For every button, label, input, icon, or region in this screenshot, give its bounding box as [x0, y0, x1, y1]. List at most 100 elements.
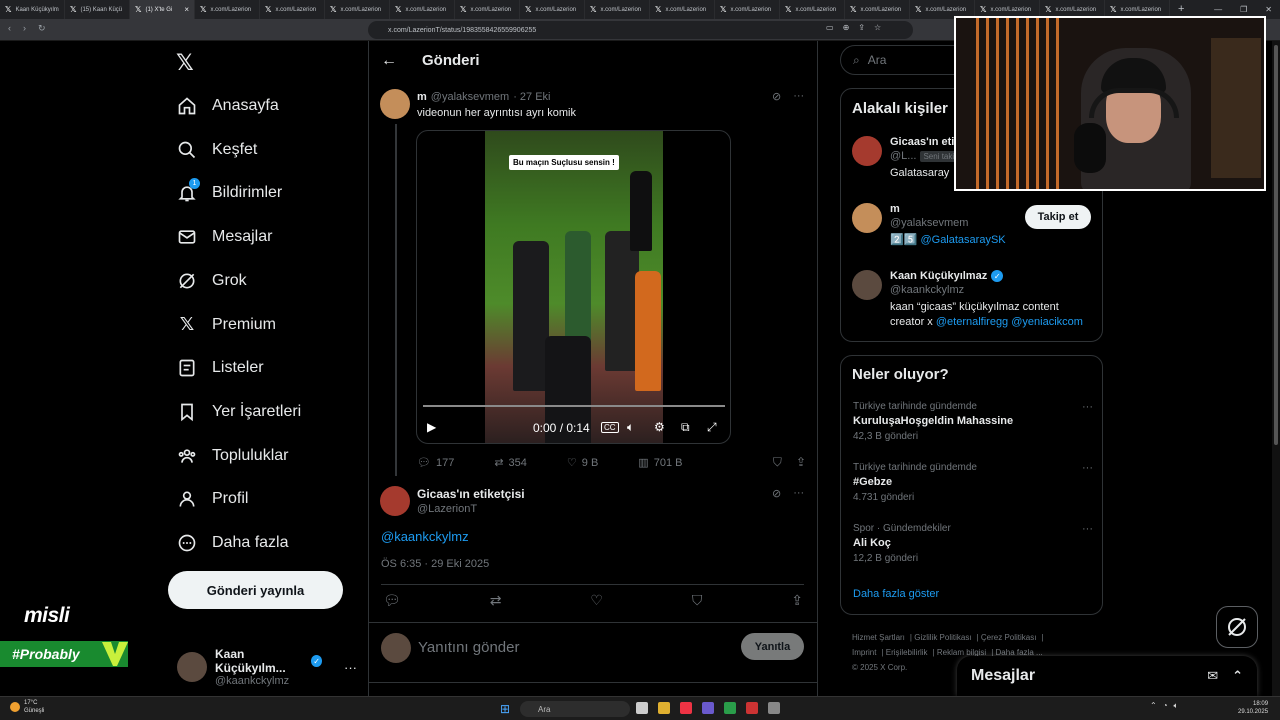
more-dots-icon[interactable]: ···: [793, 487, 804, 500]
chevron-up-icon[interactable]: ⌃: [1150, 701, 1157, 711]
author-name[interactable]: m: [417, 91, 427, 103]
browser-tab[interactable]: 𝕏x.com/Lazerion: [585, 0, 650, 19]
new-message-icon[interactable]: ✉: [1207, 668, 1218, 684]
captions-icon[interactable]: CC: [601, 422, 619, 433]
share-icon[interactable]: ⇪: [791, 592, 803, 609]
browser-tab[interactable]: 𝕏x.com/Lazerion: [390, 0, 455, 19]
post-text-mention[interactable]: @kaankckylmz: [381, 529, 469, 544]
nav-item-mesajlar[interactable]: Mesajlar: [176, 219, 356, 255]
nav-item-premium[interactable]: 𝕏 Premium: [176, 307, 356, 343]
network-icon[interactable]: ◔: [1163, 701, 1168, 711]
reload-icon[interactable]: ↻: [38, 23, 46, 34]
post-button[interactable]: Gönderi yayınla: [168, 571, 343, 609]
taskbar-search[interactable]: Ara: [520, 701, 630, 717]
volume-icon[interactable]: 🔈︎: [1174, 701, 1179, 711]
reply-stat[interactable]: 💬︎ 177: [417, 456, 454, 470]
repost-icon[interactable]: ⇄: [490, 592, 502, 609]
bookmark-icon[interactable]: ⛉: [773, 455, 782, 470]
post-date[interactable]: · 27 Eki: [513, 91, 550, 103]
bookmark-icon[interactable]: ⛉: [692, 592, 703, 609]
brave-browser-icon[interactable]: [680, 702, 692, 714]
more-dots-icon[interactable]: ···: [1082, 462, 1093, 474]
video-progress-bar[interactable]: [423, 405, 725, 407]
zoom-icon[interactable]: ⊕: [843, 23, 850, 32]
pip-icon[interactable]: ⧉: [681, 420, 690, 435]
back-arrow-icon[interactable]: ‹: [8, 23, 11, 34]
repost-stat[interactable]: ⇄ 354: [494, 456, 527, 470]
avatar[interactable]: [380, 89, 410, 119]
follow-button[interactable]: Takip et: [1025, 205, 1091, 229]
author-name[interactable]: Gicaas'ın etiketçisi: [417, 487, 525, 501]
author-handle[interactable]: @LazerionT: [417, 503, 477, 515]
messages-drawer[interactable]: Mesajlar ✉ ⌃: [957, 656, 1257, 696]
file-explorer-icon[interactable]: [658, 702, 670, 714]
cast-icon[interactable]: ▭: [826, 23, 834, 32]
app-icon[interactable]: [746, 702, 758, 714]
reply-button[interactable]: Yanıtla: [741, 633, 804, 660]
nav-item-anasayfa[interactable]: Anasayfa: [176, 88, 356, 124]
heart-icon[interactable]: ♡: [590, 592, 603, 609]
more-dots-icon[interactable]: ···: [344, 660, 357, 675]
trend-item[interactable]: Spor · Gündemdekiler Ali Koç 12,2 B gönd…: [853, 523, 1093, 564]
browser-tab[interactable]: 𝕏x.com/Lazerion: [455, 0, 520, 19]
post-timestamp[interactable]: ÖS 6:35 · 29 Eki 2025: [381, 558, 489, 570]
forward-arrow-icon[interactable]: ›: [23, 23, 26, 34]
discord-icon[interactable]: [702, 702, 714, 714]
bio-links[interactable]: @eternalfiregg @yeniacikcom: [936, 316, 1083, 328]
video-player[interactable]: Bu maçın Suçlusu sensin ! ▶ 0:00 / 0:14 …: [416, 130, 731, 444]
volume-icon[interactable]: 🔈︎: [627, 420, 634, 435]
close-window-icon[interactable]: ✕: [1265, 5, 1272, 14]
x-logo-icon[interactable]: 𝕏: [176, 50, 194, 76]
nav-item-daha-fazla[interactable]: Daha fazla: [176, 525, 356, 561]
like-stat[interactable]: ♡ 9 B: [567, 456, 598, 470]
play-icon[interactable]: ▶: [427, 420, 436, 434]
footer-link[interactable]: Hizmet Şartları: [852, 633, 905, 642]
related-user[interactable]: m @yalaksevmem 2️⃣5️⃣ @GalatasaraySK: [852, 203, 1006, 248]
related-user[interactable]: Kaan Küçükyılmaz ✓ @kaankckylmz kaan “gic…: [852, 270, 1095, 330]
minimize-icon[interactable]: —: [1214, 5, 1222, 14]
views-stat[interactable]: ▥ 701 B: [638, 456, 682, 470]
browser-tab[interactable]: 𝕏 (15) Kaan Küçü: [65, 0, 130, 19]
reply-icon[interactable]: 💬︎: [383, 592, 401, 609]
fullscreen-icon[interactable]: ⤢: [707, 420, 717, 435]
weather-widget[interactable]: 17°C Güneşli: [10, 699, 44, 715]
scrollbar-thumb[interactable]: [1274, 45, 1278, 445]
avatar[interactable]: [380, 486, 410, 516]
browser-tab[interactable]: 𝕏x.com/Lazerion: [715, 0, 780, 19]
footer-link[interactable]: Çerez Politikası: [981, 633, 1037, 642]
settings-gear-icon[interactable]: ⚙︎: [654, 420, 665, 434]
more-dots-icon[interactable]: ···: [1082, 523, 1093, 535]
share-icon[interactable]: ⇪: [796, 455, 806, 470]
nav-item-topluluklar[interactable]: Topluluklar: [176, 438, 356, 474]
show-more-link[interactable]: Daha fazla göster: [853, 588, 939, 600]
app-icon[interactable]: [768, 702, 780, 714]
nav-item-bildirimler[interactable]: 1 Bildirimler: [176, 175, 356, 211]
browser-tab[interactable]: 𝕏 Kaan Küçükyılm: [0, 0, 65, 19]
nav-item-grok[interactable]: Grok: [176, 263, 356, 299]
browser-tab[interactable]: 𝕏x.com/Lazerion: [195, 0, 260, 19]
app-icon[interactable]: [724, 702, 736, 714]
footer-link[interactable]: Gizlilik Politikası: [914, 633, 971, 642]
task-view-icon[interactable]: [636, 702, 648, 714]
bookmark-star-icon[interactable]: ☆: [874, 23, 881, 32]
browser-tab[interactable]: 𝕏x.com/Lazerion: [260, 0, 325, 19]
browser-tab[interactable]: 𝕏x.com/Lazerion: [325, 0, 390, 19]
windows-start-icon[interactable]: ⊞: [500, 702, 514, 716]
browser-tab[interactable]: 𝕏x.com/Lazerion: [845, 0, 910, 19]
share-icon[interactable]: ⇪: [858, 23, 865, 32]
author-handle[interactable]: @yalaksevmem: [431, 91, 509, 103]
chevron-up-icon[interactable]: ⌃: [1232, 668, 1243, 684]
grok-icon[interactable]: ⊘: [772, 487, 781, 500]
trend-item[interactable]: Türkiye tarihinde gündemde KuruluşaHoşge…: [853, 401, 1093, 442]
trend-item[interactable]: Türkiye tarihinde gündemde #Gebze 4.731 …: [853, 462, 1093, 503]
browser-tab[interactable]: 𝕏x.com/Lazerion: [520, 0, 585, 19]
back-arrow-icon[interactable]: ←: [381, 52, 397, 70]
grok-fab-icon[interactable]: [1216, 606, 1258, 648]
grok-icon[interactable]: ⊘: [772, 90, 781, 103]
nav-item-keşfet[interactable]: Keşfet: [176, 132, 356, 168]
more-dots-icon[interactable]: ···: [1082, 401, 1093, 413]
more-dots-icon[interactable]: ···: [793, 90, 804, 103]
close-tab-icon[interactable]: ×: [184, 5, 189, 14]
nav-item-listeler[interactable]: Listeler: [176, 350, 356, 386]
footer-link[interactable]: Imprint: [852, 648, 876, 657]
